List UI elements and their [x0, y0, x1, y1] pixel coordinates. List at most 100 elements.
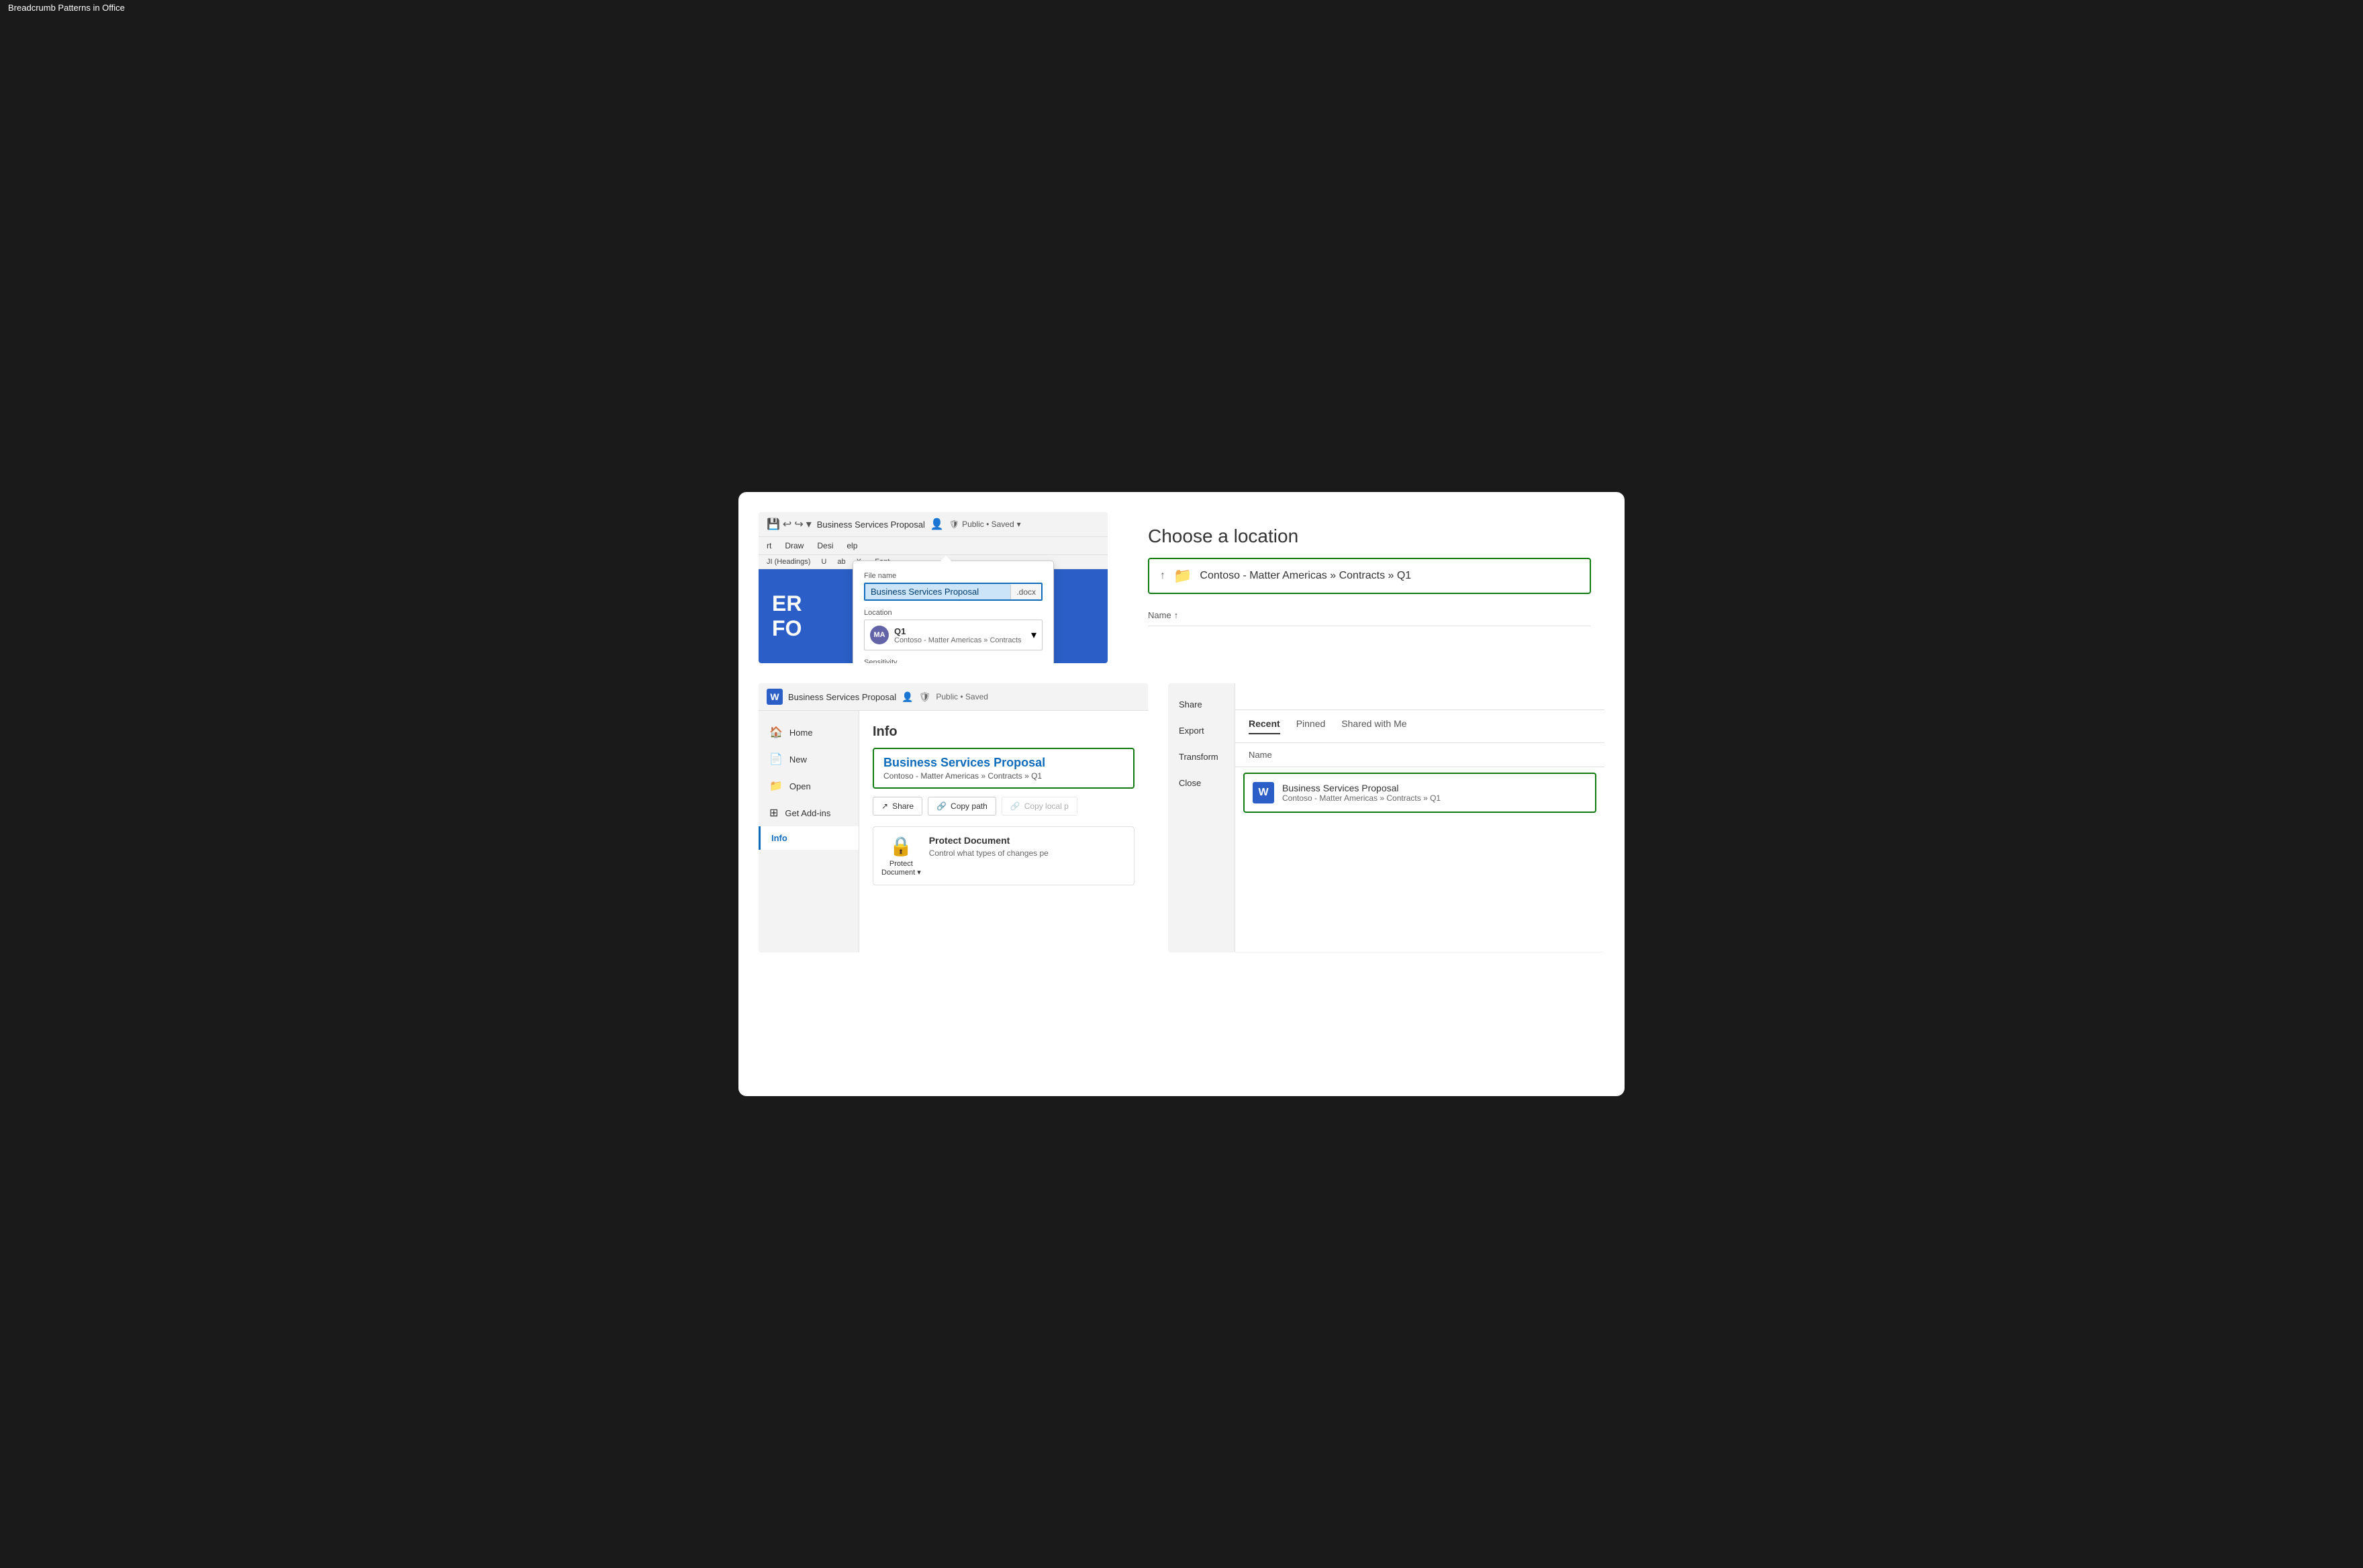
share-nav-close[interactable]: Close [1168, 770, 1235, 796]
share-nav-label: Share [1179, 699, 1202, 709]
tab-pinned[interactable]: Pinned [1296, 718, 1326, 734]
name-col-header: Name [1249, 750, 1272, 760]
titlebar-icons: 💾 ↩ ↪ ▾ [767, 518, 812, 531]
recent-doc-icon: W [1253, 782, 1274, 803]
share-content: Recent Pinned Shared with Me Name W Busi… [1235, 683, 1604, 952]
dropdown-icon[interactable]: ▾ [806, 518, 812, 531]
info-label: Info [771, 833, 787, 843]
copy-path-label: Copy path [951, 801, 987, 811]
share-tabs: Recent Pinned Shared with Me [1235, 710, 1604, 743]
doc-path: Contoso - Matter Americas » Contracts » … [883, 771, 1124, 781]
location-chevron[interactable]: ▾ [1031, 628, 1036, 642]
transform-nav-label: Transform [1179, 752, 1218, 762]
tab-recent[interactable]: Recent [1249, 718, 1280, 734]
ribbon-rt[interactable]: rt [767, 541, 771, 550]
copy-local-button[interactable]: 🔗 Copy local p [1002, 797, 1077, 816]
info-layout: 🏠 Home 📄 New 📁 Open ⊞ Get Add-ins [759, 711, 1148, 952]
sidebar-item-home[interactable]: 🏠 Home [759, 719, 859, 746]
recent-item-selected[interactable]: W Business Services Proposal Contoso - M… [1243, 773, 1596, 813]
doc-title-box: Business Services Proposal Contoso - Mat… [873, 748, 1135, 789]
choose-location-title: Choose a location [1148, 526, 1591, 547]
location-breadcrumb-box[interactable]: ↑ 📁 Contoso - Matter Americas » Contract… [1148, 558, 1591, 594]
bottom-section: W Business Services Proposal 👤 🛡 Public … [759, 683, 1604, 952]
word-content-text: ERFO [772, 591, 802, 641]
toolbar-ab[interactable]: ab [837, 558, 845, 566]
sidebar-item-addins[interactable]: ⊞ Get Add-ins [759, 799, 859, 826]
filename-label: File name [864, 572, 1043, 580]
share-nav-transform[interactable]: Transform [1168, 744, 1235, 770]
open-label: Open [789, 781, 811, 791]
copy-local-label: Copy local p [1024, 801, 1069, 811]
filename-input-row: Business Services Proposal .docx [864, 583, 1043, 601]
filename-field[interactable]: Business Services Proposal [865, 584, 1010, 599]
location-path: Contoso - Matter Americas » Contracts [894, 636, 1022, 644]
share-btn-label: Share [892, 801, 914, 811]
addins-icon: ⊞ [769, 806, 778, 820]
word-logo: W [767, 689, 783, 705]
action-buttons: ↗ Share 🔗 Copy path 🔗 Copy local p [873, 797, 1135, 816]
toolbar-style[interactable]: JI (Headings) [767, 558, 810, 566]
recent-doc-name: Business Services Proposal [1282, 783, 1441, 793]
chevron-down-icon[interactable]: ▾ [1017, 520, 1021, 529]
top-section: 💾 ↩ ↪ ▾ Business Services Proposal 👤 🛡 P… [759, 512, 1604, 663]
sidebar-item-new[interactable]: 📄 New [759, 746, 859, 773]
share-nav-export[interactable]: Export [1168, 718, 1235, 744]
new-icon: 📄 [769, 752, 783, 766]
word-ribbon-top: rt Draw Desi elp [759, 537, 1108, 555]
ribbon-desi[interactable]: Desi [817, 541, 833, 550]
main-container: 💾 ↩ ↪ ▾ Business Services Proposal 👤 🛡 P… [738, 492, 1625, 1096]
name-header: Name ↑ [1148, 605, 1591, 626]
up-arrow-icon[interactable]: ↑ [1160, 570, 1165, 582]
sidebar-item-open[interactable]: 📁 Open [759, 773, 859, 799]
copy-path-button[interactable]: 🔗 Copy path [928, 797, 996, 816]
recent-doc-details: Business Services Proposal Contoso - Mat… [1282, 783, 1441, 803]
share-nav-share[interactable]: Share [1168, 691, 1235, 718]
new-label: New [789, 754, 807, 765]
sidebar-item-info[interactable]: Info [759, 826, 859, 850]
share-button[interactable]: ↗ Share [873, 797, 922, 816]
badges-bottom: Public • Saved [936, 692, 988, 701]
share-icon: ↗ [881, 801, 888, 811]
breadcrumb-path: Contoso - Matter Americas » Contracts » … [1200, 570, 1411, 582]
ribbon-help[interactable]: elp [847, 541, 857, 550]
sort-arrow-icon[interactable]: ↑ [1174, 610, 1179, 620]
filename-ext: .docx [1010, 585, 1041, 599]
info-section-title: Info [873, 724, 1135, 740]
title-bar-label: Breadcrumb Patterns in Office [8, 3, 125, 13]
share-content-top [1235, 683, 1604, 710]
export-nav-label: Export [1179, 726, 1204, 736]
recent-doc-path: Contoso - Matter Americas » Contracts » … [1282, 793, 1441, 803]
doc-title-top: Business Services Proposal [817, 520, 925, 530]
tab-shared-with-me[interactable]: Shared with Me [1341, 718, 1406, 734]
ribbon-draw[interactable]: Draw [785, 541, 804, 550]
word-titlebar-top: 💾 ↩ ↪ ▾ Business Services Proposal 👤 🛡 P… [759, 512, 1108, 537]
save-icon[interactable]: 💾 [767, 518, 780, 531]
location-left: MA Q1 Contoso - Matter Americas » Contra… [870, 626, 1022, 644]
doc-badges-top: 🛡 Public • Saved ▾ [949, 520, 1021, 529]
name-col-label: Name [1148, 610, 1171, 620]
redo-icon[interactable]: ↪ [794, 518, 803, 531]
badges-text-top: Public • Saved [962, 520, 1014, 529]
lock-icon: 🔒 [889, 835, 913, 857]
title-bar: Breadcrumb Patterns in Office [0, 0, 133, 15]
shield-icon: 🛡 [949, 520, 959, 529]
location-box[interactable]: MA Q1 Contoso - Matter Americas » Contra… [864, 620, 1043, 650]
shield-icon-bottom: 🛡 [919, 691, 931, 703]
protect-icon-wrapper: 🔒 ProtectDocument ▾ [881, 835, 921, 877]
undo-icon[interactable]: ↩ [783, 518, 791, 531]
collab-icon-bottom: 👤 [902, 691, 913, 703]
protect-btn-label[interactable]: ProtectDocument ▾ [881, 860, 921, 877]
sensitivity-label: Sensitivity [864, 658, 1043, 663]
share-sidebar: Share Export Transform Close [1168, 683, 1235, 952]
toolbar-underline[interactable]: U [821, 558, 826, 566]
doc-title-bottom: Business Services Proposal [788, 692, 896, 702]
collab-icon: 👤 [930, 518, 944, 531]
link-icon: 🔗 [936, 801, 947, 811]
ma-avatar: MA [870, 626, 889, 644]
home-icon: 🏠 [769, 726, 783, 739]
local-link-icon: 🔗 [1010, 801, 1020, 811]
addins-label: Get Add-ins [785, 808, 830, 818]
share-panel: Share Export Transform Close [1168, 683, 1604, 952]
open-icon: 📁 [769, 779, 783, 793]
protect-section: 🔒 ProtectDocument ▾ Protect Document Con… [873, 826, 1135, 885]
